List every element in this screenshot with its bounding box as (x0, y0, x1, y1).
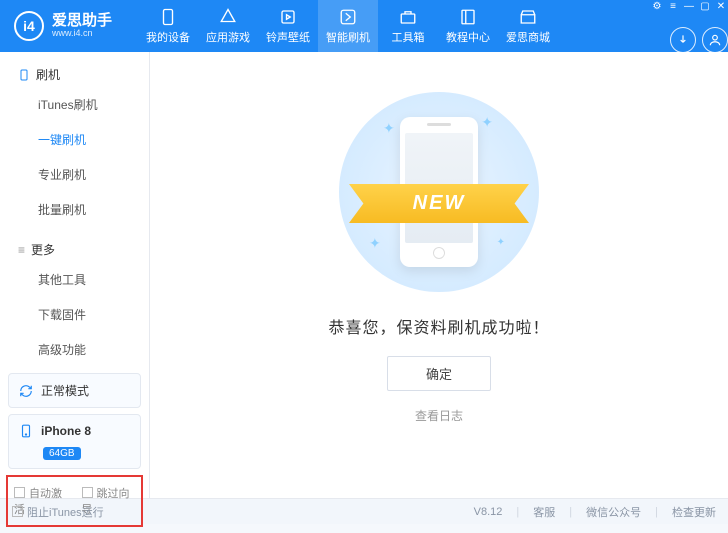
store-icon (519, 8, 537, 26)
logo-title: 爱思助手 (52, 13, 112, 30)
menu-icon[interactable]: ≡ (666, 0, 680, 13)
support-link[interactable]: 客服 (533, 504, 555, 520)
logo-subtitle: www.i4.cn (52, 29, 112, 39)
sparkle-icon: ✦ (481, 114, 493, 131)
nav-apps[interactable]: 应用游戏 (198, 0, 258, 52)
nav-store[interactable]: 爱思商城 (498, 0, 558, 52)
new-ribbon: NEW (349, 184, 529, 223)
close-icon[interactable]: ✕ (714, 0, 728, 13)
sidebar-item[interactable]: iTunes刷机 (0, 87, 149, 122)
nav-label: 我的设备 (146, 29, 190, 45)
nav-label: 铃声壁纸 (266, 29, 310, 45)
device-name: iPhone 8 (41, 424, 91, 438)
sparkle-icon: ✦ (383, 120, 395, 137)
sidebar-group-flash: 刷机 (0, 52, 149, 87)
success-illustration: ✦ ✦ ✦ ✦ NEW (339, 92, 539, 292)
nav-label: 应用游戏 (206, 29, 250, 45)
check-update-link[interactable]: 检查更新 (672, 504, 716, 520)
nav-label: 工具箱 (392, 29, 425, 45)
sparkle-icon: ✦ (497, 237, 505, 248)
confirm-button[interactable]: 确定 (387, 356, 491, 391)
nav-label: 智能刷机 (326, 29, 370, 45)
phone-icon (18, 68, 30, 82)
sidebar-item[interactable]: 专业刷机 (0, 157, 149, 192)
refresh-icon (19, 384, 33, 398)
sidebar-item[interactable]: 批量刷机 (0, 192, 149, 227)
book-icon (459, 8, 477, 26)
nav-label: 爱思商城 (506, 29, 550, 45)
app-header: i4 爱思助手 www.i4.cn 我的设备应用游戏铃声壁纸智能刷机 工具箱 教程中… (0, 0, 728, 52)
list-icon: ≡ (18, 243, 25, 257)
minimize-icon[interactable]: — (682, 0, 696, 13)
sidebar: 刷机 iTunes刷机一键刷机专业刷机批量刷机 ≡ 更多 其他工具下载固件高级功… (0, 52, 150, 498)
storage-badge: 64GB (43, 447, 81, 460)
music-icon (279, 8, 297, 26)
phone-icon (159, 8, 177, 26)
sidebar-group-more: ≡ 更多 (0, 227, 149, 262)
sidebar-item[interactable]: 下载固件 (0, 297, 149, 332)
version-label: V8.12 (474, 506, 503, 518)
user-button[interactable] (702, 27, 728, 53)
nav-music[interactable]: 铃声壁纸 (258, 0, 318, 52)
download-button[interactable] (670, 27, 696, 53)
view-log-link[interactable]: 查看日志 (415, 407, 463, 424)
block-itunes-checkbox[interactable]: 阻止iTunes运行 (12, 504, 104, 520)
wechat-link[interactable]: 微信公众号 (586, 504, 641, 520)
sparkle-icon: ✦ (369, 235, 381, 252)
apps-icon (219, 8, 237, 26)
mode-label: 正常模式 (41, 382, 89, 399)
device-mode[interactable]: 正常模式 (8, 373, 141, 408)
sidebar-item[interactable]: 其他工具 (0, 262, 149, 297)
device-info[interactable]: iPhone 8 64GB (8, 414, 141, 469)
sidebar-group-label: 更多 (31, 241, 55, 258)
sidebar-item[interactable]: 高级功能 (0, 332, 149, 367)
nav-phone[interactable]: 我的设备 (138, 0, 198, 52)
sidebar-group-label: 刷机 (36, 66, 60, 83)
main-content: ✦ ✦ ✦ ✦ NEW 恭喜您，保资料刷机成功啦！ 确定 查看日志 (150, 52, 728, 498)
sidebar-item[interactable]: 一键刷机 (0, 122, 149, 157)
settings-icon[interactable]: ⚙ (650, 0, 664, 13)
nav-flash[interactable]: 智能刷机 (318, 0, 378, 52)
nav-label: 教程中心 (446, 29, 490, 45)
phone-icon (19, 423, 33, 439)
flash-icon (339, 8, 357, 26)
nav-book[interactable]: 教程中心 (438, 0, 498, 52)
maximize-icon[interactable]: ▢ (698, 0, 712, 13)
nav-toolbox[interactable]: 工具箱 (378, 0, 438, 52)
toolbox-icon (399, 8, 417, 26)
window-controls: ⚙ ≡ — ▢ ✕ (650, 0, 728, 13)
success-message: 恭喜您，保资料刷机成功啦！ (328, 314, 549, 338)
logo-icon: i4 (14, 11, 44, 41)
top-nav: 我的设备应用游戏铃声壁纸智能刷机 工具箱 教程中心爱思商城 (138, 0, 650, 52)
logo: i4 爱思助手 www.i4.cn (0, 11, 138, 41)
